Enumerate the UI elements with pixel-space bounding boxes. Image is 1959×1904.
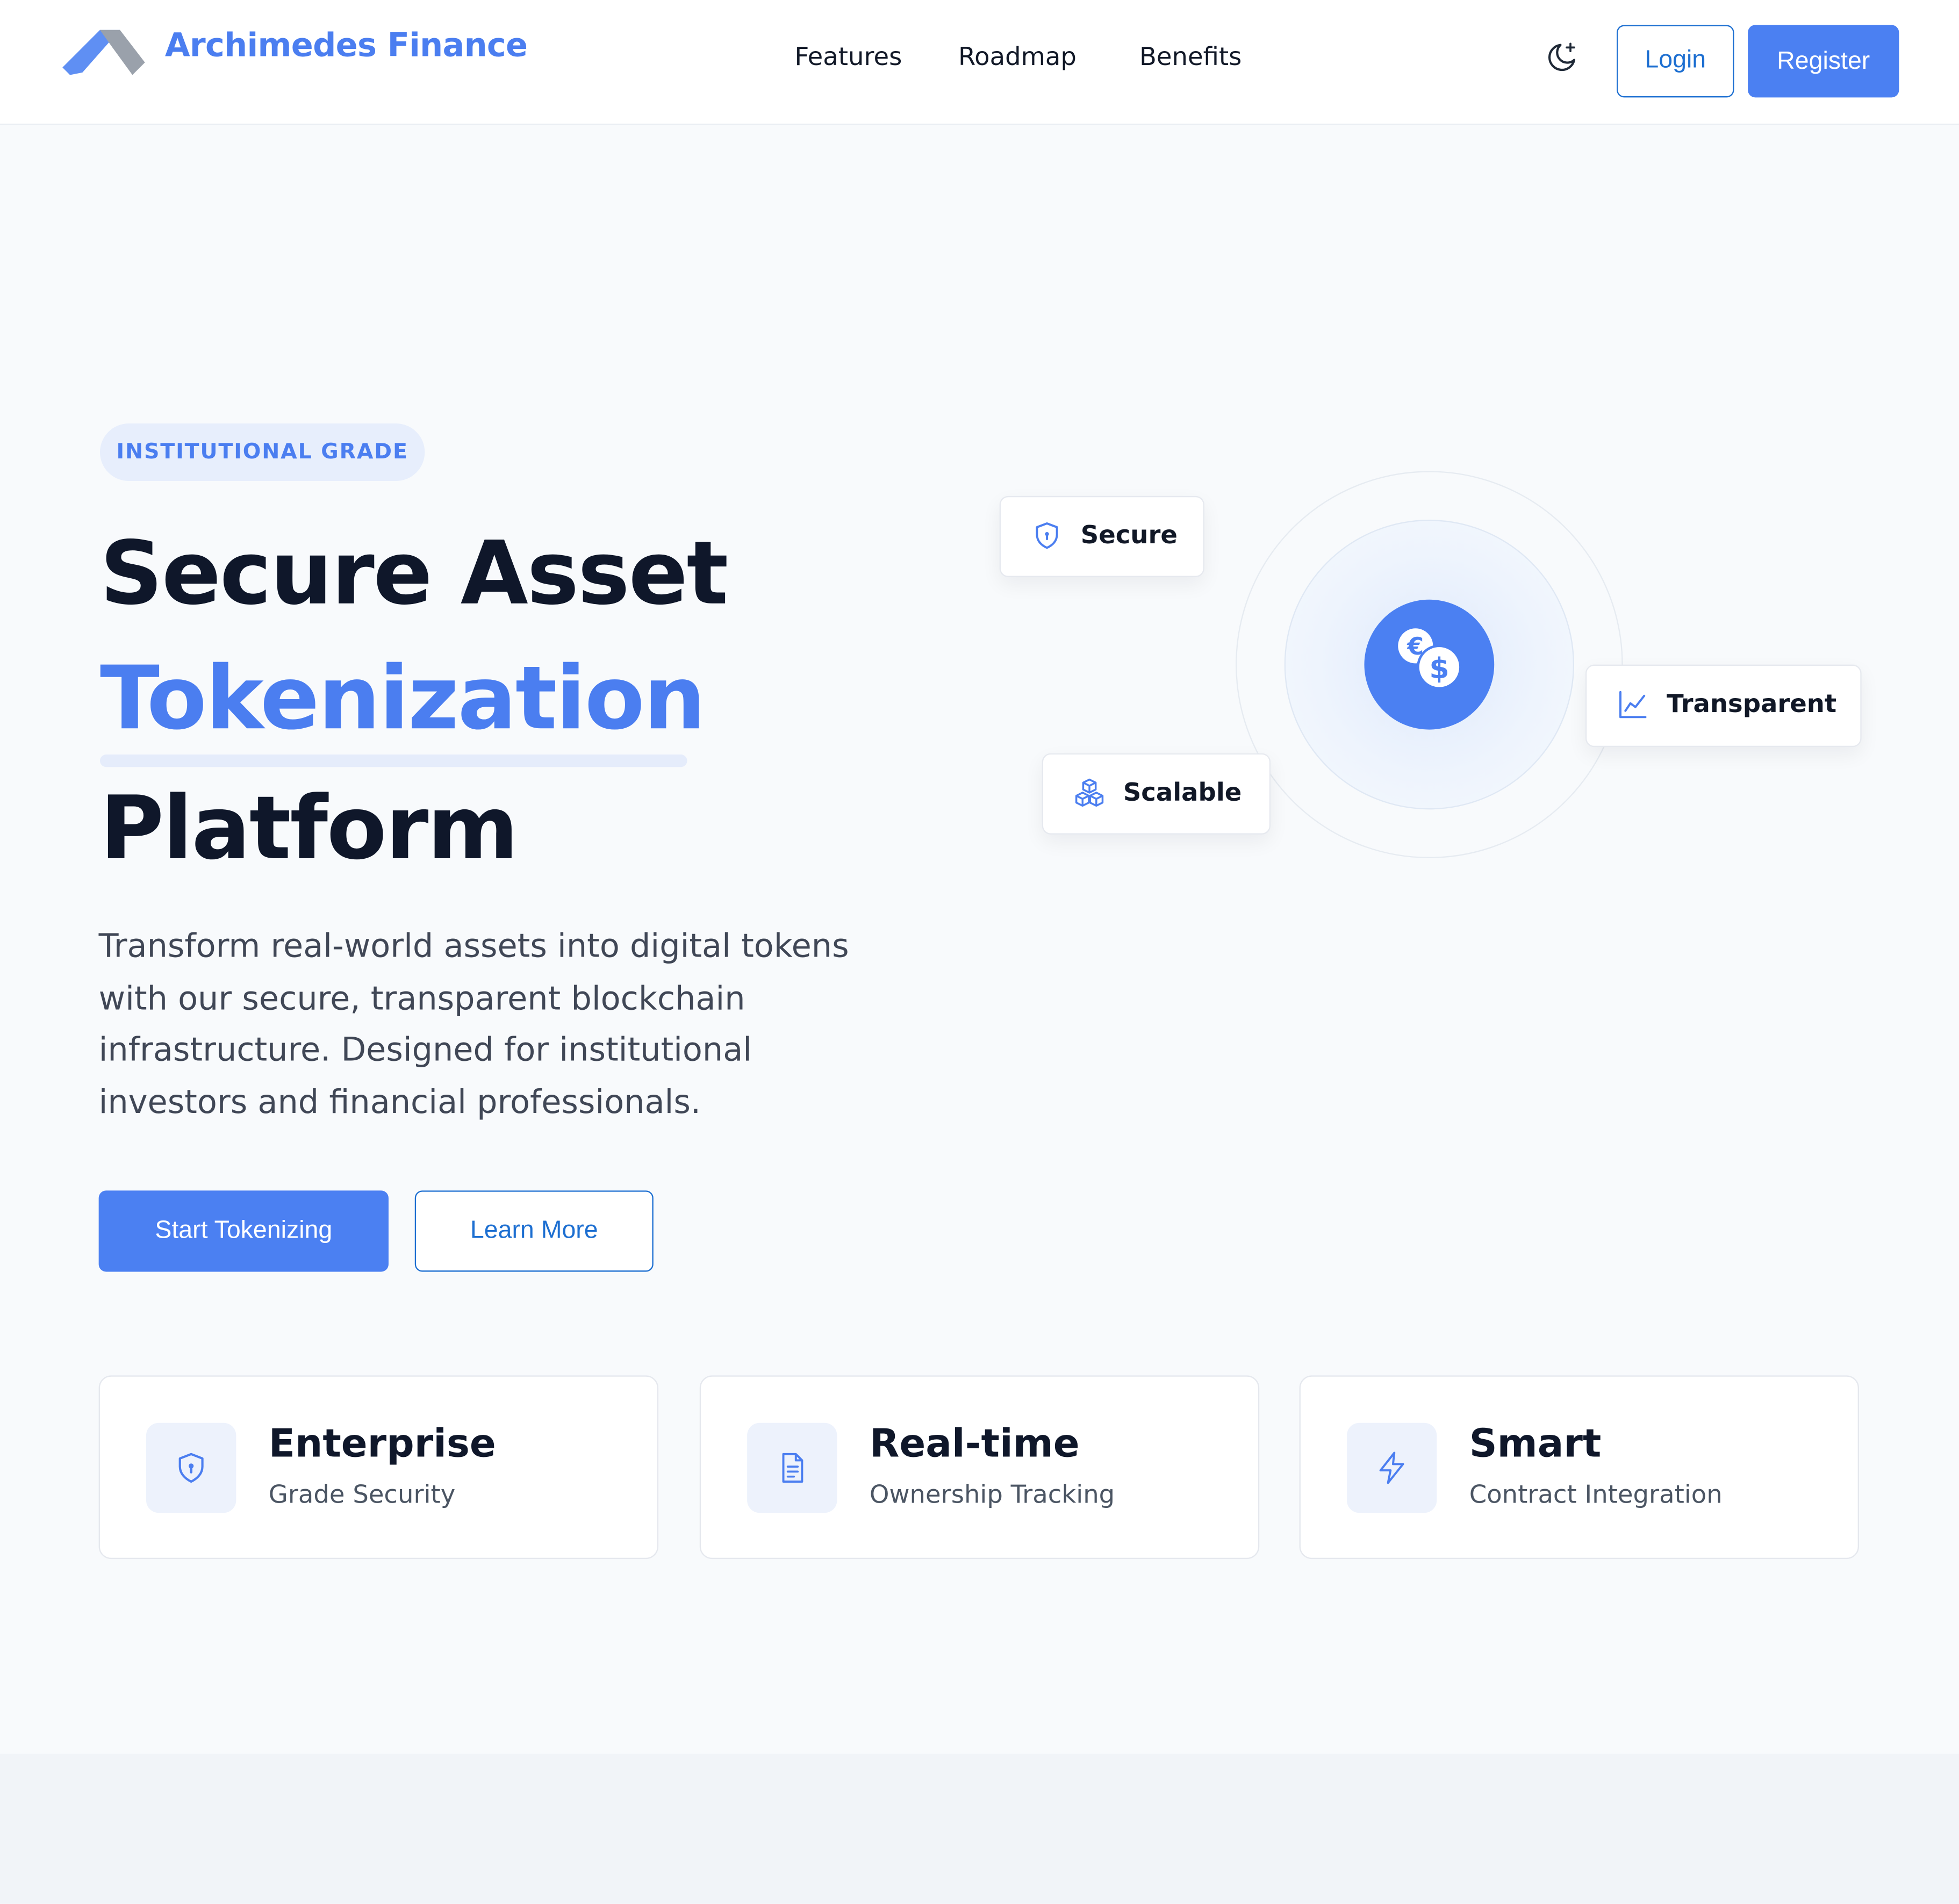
hero-title-line-1: Secure Asset xyxy=(99,522,728,625)
nav-link-roadmap[interactable]: Roadmap xyxy=(958,41,1077,71)
learn-more-button[interactable]: Learn More xyxy=(414,1190,654,1272)
feature-card-realtime: Real-time Ownership Tracking xyxy=(699,1375,1260,1560)
scalable-card-label: Scalable xyxy=(1123,777,1242,807)
moon-sparkle-icon[interactable] xyxy=(1544,40,1579,75)
feature-title: Real-time xyxy=(869,1421,1080,1467)
next-section-band xyxy=(0,1754,1959,1904)
line-chart-icon xyxy=(1619,691,1647,719)
shield-icon xyxy=(1036,522,1058,549)
feature-icon-box xyxy=(1346,1422,1437,1513)
feature-subtitle: Ownership Tracking xyxy=(869,1479,1115,1510)
secure-card-label: Secure xyxy=(1080,520,1178,550)
hero-title-underline xyxy=(99,755,687,767)
svg-text:$: $ xyxy=(1429,651,1449,685)
nav-link-benefits[interactable]: Benefits xyxy=(1139,41,1242,71)
page: Archimedes Finance Features Roadmap Bene… xyxy=(0,0,1959,1904)
transparent-card-label: Transparent xyxy=(1667,688,1837,719)
nav-link-features[interactable]: Features xyxy=(794,41,902,71)
feature-title: Smart xyxy=(1469,1421,1602,1467)
logo-icon[interactable] xyxy=(60,23,148,80)
start-tokenizing-button[interactable]: Start Tokenizing xyxy=(98,1190,389,1272)
lightning-icon xyxy=(1379,1452,1404,1484)
hero-title-line-3: Platform xyxy=(99,777,519,880)
transparent-card: Transparent xyxy=(1585,664,1862,748)
center-coin: € $ xyxy=(1364,599,1495,730)
login-button[interactable]: Login xyxy=(1617,25,1734,98)
hero-description: Transform real-world assets into digital… xyxy=(98,928,849,1122)
document-icon xyxy=(782,1453,803,1483)
feature-icon-box xyxy=(747,1422,837,1513)
feature-subtitle: Contract Integration xyxy=(1469,1479,1723,1510)
feature-card-enterprise: Enterprise Grade Security xyxy=(98,1375,659,1560)
currency-exchange-icon: € $ xyxy=(1398,628,1462,690)
feature-card-smart-contract: Smart Contract Integration xyxy=(1299,1375,1860,1560)
secure-card: Secure xyxy=(999,495,1204,577)
register-button[interactable]: Register xyxy=(1748,25,1899,98)
feature-title: Enterprise xyxy=(268,1421,496,1467)
feature-icon-box xyxy=(146,1422,236,1513)
cubes-icon xyxy=(1075,778,1104,807)
hero-title-line-2: Tokenization xyxy=(99,647,706,750)
institutional-grade-badge: INSTITUTIONAL GRADE xyxy=(99,423,425,481)
top-navigation-bar: Archimedes Finance Features Roadmap Bene… xyxy=(0,0,1959,125)
shield-lock-icon xyxy=(178,1453,204,1483)
scalable-card: Scalable xyxy=(1042,753,1271,835)
brand-name[interactable]: Archimedes Finance xyxy=(165,27,528,65)
feature-subtitle: Grade Security xyxy=(268,1479,456,1510)
